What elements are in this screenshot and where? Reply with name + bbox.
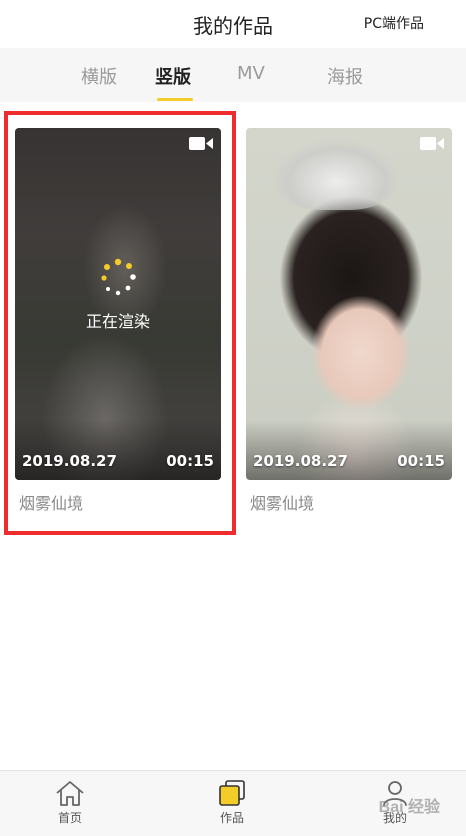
home-icon: [56, 781, 84, 806]
watermark: Bai 经验: [378, 799, 440, 816]
tab-landscape[interactable]: 横版: [81, 63, 117, 89]
tab-bar: 横版 竖版 MV 海报: [0, 48, 466, 102]
active-tab-indicator: [157, 98, 193, 101]
work-card[interactable]: 2019.08.27 00:15 烟雾仙境: [246, 128, 452, 513]
nav-home-label: 首页: [57, 811, 82, 825]
app-screen: 我的作品 PC端作品 横版 竖版 MV 海报 正在渲染 2019.08.27 0…: [0, 0, 466, 836]
bottom-nav: 首页 作品 我的 Bai 经验: [0, 770, 466, 836]
header: 我的作品 PC端作品: [0, 0, 466, 48]
tab-portrait[interactable]: 竖版: [155, 63, 191, 89]
work-name: 烟雾仙境: [250, 494, 315, 513]
work-duration: 00:15: [397, 452, 445, 470]
work-date: 2019.08.27: [253, 452, 348, 470]
pc-works-link[interactable]: PC端作品: [364, 13, 424, 33]
tab-poster[interactable]: 海报: [327, 63, 363, 89]
work-thumbnail[interactable]: 2019.08.27 00:15: [246, 128, 452, 480]
works-icon: [219, 780, 245, 806]
highlight-box: [4, 111, 236, 535]
nav-works[interactable]: 作品: [192, 779, 272, 826]
tab-mv[interactable]: MV: [237, 63, 265, 84]
video-camera-icon: [420, 137, 444, 150]
nav-works-label: 作品: [219, 811, 244, 825]
nav-home[interactable]: 首页: [30, 779, 110, 826]
